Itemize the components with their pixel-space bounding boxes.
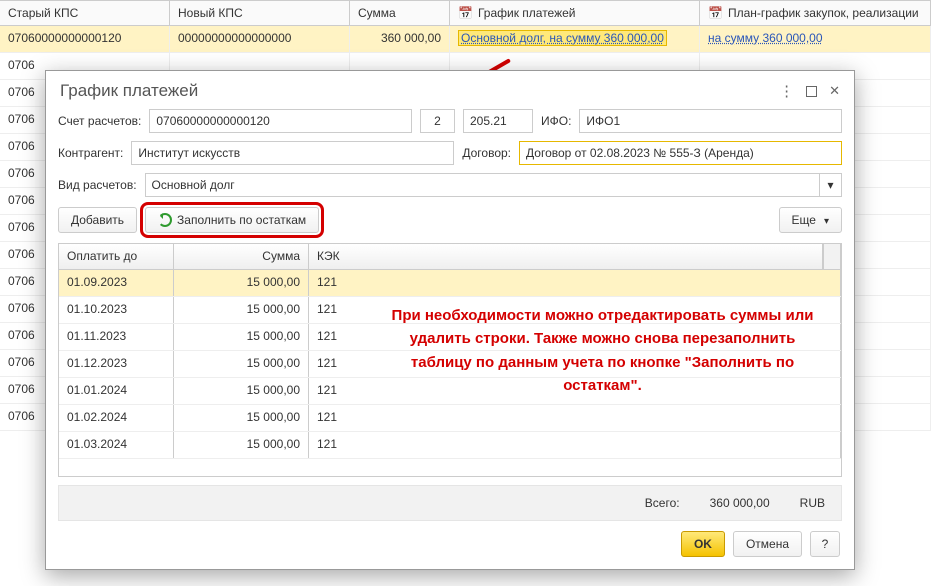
ok-button[interactable]: OK xyxy=(681,531,725,557)
cell-date: 01.12.2023 xyxy=(59,351,174,377)
totals-label: Всего: xyxy=(645,496,680,510)
sub2-field[interactable]: 205.21 xyxy=(463,109,533,133)
bg-col-plan: План-график закупок, реализации xyxy=(700,1,931,25)
toolbar: Добавить Заполнить по остаткам Еще xyxy=(46,201,854,243)
cell-date: 01.11.2023 xyxy=(59,324,174,350)
contract-field[interactable]: Договор от 02.08.2023 № 555-З (Аренда) xyxy=(519,141,842,165)
cell-date: 01.09.2023 xyxy=(59,270,174,296)
ifo-label: ИФО: xyxy=(541,114,571,128)
cell-new-kps: 00000000000000000 xyxy=(170,26,350,52)
contract-label: Договор: xyxy=(462,146,511,160)
help-button[interactable]: ? xyxy=(810,531,840,557)
table-row[interactable]: 01.11.202315 000,00121 xyxy=(59,324,841,351)
scrollbar[interactable] xyxy=(823,244,841,269)
table-row[interactable]: 01.10.202315 000,00121 xyxy=(59,297,841,324)
fill-by-balance-button[interactable]: Заполнить по остаткам xyxy=(145,207,319,233)
cell-kek: 121 xyxy=(309,351,841,377)
account-label: Счет расчетов: xyxy=(58,114,141,128)
cell-plan: на сумму 360 000,00 xyxy=(700,26,931,52)
cell-sum: 15 000,00 xyxy=(174,405,309,431)
dialog-title: График платежей xyxy=(60,81,779,101)
col-paydate: Оплатить до xyxy=(59,244,174,269)
bg-col-new-kps: Новый КПС xyxy=(170,1,350,25)
table-row[interactable]: 01.01.202415 000,00121 xyxy=(59,378,841,405)
calendar-icon xyxy=(458,6,473,20)
cell-sum: 360 000,00 xyxy=(350,26,450,52)
maximize-icon[interactable] xyxy=(806,86,817,97)
totals-currency: RUB xyxy=(800,496,825,510)
more-button[interactable]: Еще xyxy=(779,207,842,233)
table-row[interactable]: 01.03.202415 000,00121 xyxy=(59,432,841,459)
close-icon[interactable] xyxy=(829,83,840,99)
calc-type-label: Вид расчетов: xyxy=(58,178,137,192)
dialog-footer: OK Отмена ? xyxy=(46,521,854,569)
cell-kek: 121 xyxy=(309,405,841,431)
cell-sum: 15 000,00 xyxy=(174,378,309,404)
cell-kek: 121 xyxy=(309,378,841,404)
sub1-field[interactable]: 2 xyxy=(420,109,455,133)
table-row[interactable]: 01.12.202315 000,00121 xyxy=(59,351,841,378)
cell-old-kps: 07060000000000120 xyxy=(0,26,170,52)
chevron-down-icon[interactable]: ▾ xyxy=(819,174,841,196)
bg-col-schedule: График платежей xyxy=(450,1,700,25)
calc-type-dropdown[interactable]: Основной долг ▾ xyxy=(145,173,842,197)
refresh-icon xyxy=(158,213,172,227)
menu-icon[interactable] xyxy=(779,82,794,100)
cell-kek: 121 xyxy=(309,432,841,458)
col-kek: КЭК xyxy=(309,244,823,269)
table-row[interactable]: 01.02.202415 000,00121 xyxy=(59,405,841,432)
table-row[interactable]: 01.09.202315 000,00121 xyxy=(59,270,841,297)
cell-date: 01.03.2024 xyxy=(59,432,174,458)
cell-kek: 121 xyxy=(309,297,841,323)
cell-schedule: Основной долг, на сумму 360 000,00 xyxy=(450,26,700,52)
table-header: Оплатить до Сумма КЭК xyxy=(59,244,841,270)
cell-date: 01.02.2024 xyxy=(59,405,174,431)
payment-schedule-dialog: График платежей Счет расчетов: 070600000… xyxy=(45,70,855,570)
account-field[interactable]: 07060000000000120 xyxy=(149,109,412,133)
cell-kek: 121 xyxy=(309,270,841,296)
cancel-button[interactable]: Отмена xyxy=(733,531,802,557)
bg-header-row: Старый КПС Новый КПС Сумма График платеж… xyxy=(0,0,931,26)
schedule-link[interactable]: Основной долг, на сумму 360 000,00 xyxy=(458,30,667,46)
ifo-field[interactable]: ИФО1 xyxy=(579,109,842,133)
plan-link[interactable]: на сумму 360 000,00 xyxy=(708,31,823,45)
bg-col-sum: Сумма xyxy=(350,1,450,25)
col-sum: Сумма xyxy=(174,244,309,269)
add-button[interactable]: Добавить xyxy=(58,207,137,233)
cell-date: 01.10.2023 xyxy=(59,297,174,323)
cell-sum: 15 000,00 xyxy=(174,432,309,458)
cell-sum: 15 000,00 xyxy=(174,351,309,377)
counterparty-label: Контрагент: xyxy=(58,146,123,160)
calendar-icon xyxy=(708,6,723,20)
cell-sum: 15 000,00 xyxy=(174,297,309,323)
counterparty-field[interactable]: Институт искусств xyxy=(131,141,454,165)
bg-col-old-kps: Старый КПС xyxy=(0,1,170,25)
cell-sum: 15 000,00 xyxy=(174,324,309,350)
totals-sum: 360 000,00 xyxy=(710,496,770,510)
cell-kek: 121 xyxy=(309,324,841,350)
totals-row: Всего: 360 000,00 RUB xyxy=(58,485,842,521)
bg-data-row[interactable]: 07060000000000120 00000000000000000 360 … xyxy=(0,26,931,53)
payments-table: Оплатить до Сумма КЭК 01.09.202315 000,0… xyxy=(58,243,842,477)
cell-sum: 15 000,00 xyxy=(174,270,309,296)
dialog-titlebar: График платежей xyxy=(46,71,854,105)
cell-date: 01.01.2024 xyxy=(59,378,174,404)
